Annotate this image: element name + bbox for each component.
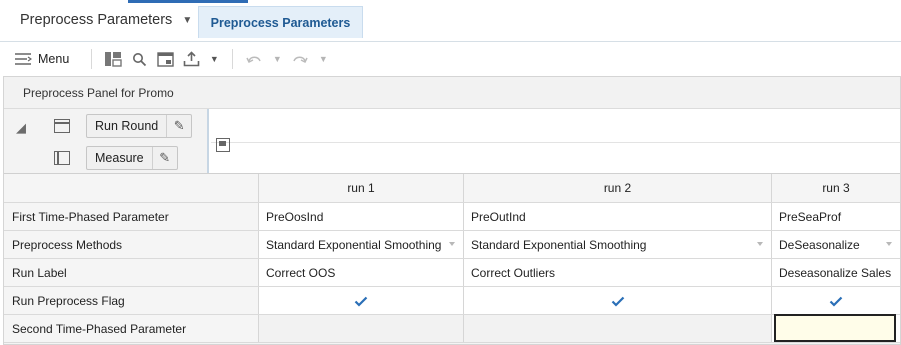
dropdown-arrow-icon[interactable] — [886, 242, 892, 246]
table-cell-readonly — [259, 315, 464, 342]
chevron-down-icon: ▼ — [318, 54, 328, 64]
column-header-run-2[interactable]: run 2 — [464, 174, 772, 202]
table-cell[interactable]: PreOosInd — [259, 203, 464, 230]
table-cell[interactable]: Correct OOS — [259, 259, 464, 286]
flag-checkbox-run-1[interactable] — [259, 287, 464, 314]
chevron-down-icon: ▼ — [272, 54, 282, 64]
measure-label: Measure — [87, 147, 153, 169]
search-icon — [132, 52, 146, 66]
run-round-label: Run Round — [87, 115, 168, 137]
dropdown-arrow-icon[interactable] — [757, 242, 763, 246]
layout-icon — [105, 52, 122, 67]
pivot-area: ◢ Run Round ✎ Measure ✎ — [4, 109, 900, 173]
table-row: Run Label Correct OOS Correct Outliers D… — [4, 259, 900, 287]
column-header-run-3[interactable]: run 3 — [772, 174, 900, 202]
preprocess-panel: Preprocess Panel for Promo ◢ Run Round ✎… — [3, 76, 901, 345]
view-icon — [157, 51, 174, 67]
layout-button[interactable] — [100, 47, 126, 71]
export-dropdown-button[interactable]: ▼ — [204, 47, 224, 71]
export-button[interactable] — [178, 47, 204, 71]
pivot-dimensions: ◢ Run Round ✎ Measure ✎ — [4, 109, 209, 173]
row-edge-icon — [54, 119, 70, 133]
column-edge-icon — [54, 151, 70, 165]
row-label-run-label: Run Label — [4, 259, 259, 286]
method-dropdown-cell[interactable]: Standard Exponential Smoothing — [259, 231, 464, 258]
toolbar-separator — [91, 49, 93, 69]
tab-active-label: Preprocess Parameters — [210, 15, 351, 30]
checkmark-icon — [829, 296, 843, 307]
table-row: Run Preprocess Flag — [4, 287, 900, 315]
toolbar: Menu ▼ ▼ ▼ — [0, 42, 901, 76]
checkmark-icon — [611, 296, 625, 307]
panel-title: Preprocess Panel for Promo — [4, 77, 900, 109]
table-row: First Time-Phased Parameter PreOosInd Pr… — [4, 203, 900, 231]
pencil-icon[interactable]: ✎ — [153, 147, 177, 169]
run-round-chip[interactable]: Run Round ✎ — [86, 114, 193, 138]
method-dropdown-cell[interactable]: DeSeasonalize — [772, 231, 900, 258]
table-cell[interactable]: PreOutInd — [464, 203, 772, 230]
redo-icon — [293, 56, 308, 64]
row-label-preprocess-methods: Preprocess Methods — [4, 231, 259, 258]
method-value: DeSeasonalize — [779, 237, 860, 252]
export-icon — [183, 51, 200, 67]
row-label-second-time-phased-parameter: Second Time-Phased Parameter — [4, 315, 259, 342]
pivot-column-edge: Measure ✎ — [44, 143, 209, 173]
undo-dropdown-button[interactable]: ▼ — [267, 47, 287, 71]
tab-preprocess-parameters[interactable]: Preprocess Parameters — [198, 6, 363, 38]
collapse-triangle-icon[interactable]: ◢ — [16, 120, 26, 136]
flag-checkbox-run-3[interactable] — [772, 287, 900, 314]
method-value: Standard Exponential Smoothing — [471, 237, 647, 252]
dropdown-arrow-icon[interactable] — [449, 242, 455, 246]
tab-main-label: Preprocess Parameters — [20, 12, 173, 28]
toolbar-separator — [232, 49, 234, 69]
table-cell-readonly — [464, 315, 772, 342]
flag-checkbox-run-2[interactable] — [464, 287, 772, 314]
view-button[interactable] — [152, 47, 178, 71]
table-cell[interactable]: PreSeaProf — [772, 203, 900, 230]
checkmark-icon — [354, 296, 368, 307]
undo-icon — [246, 56, 261, 64]
caret-down-icon[interactable]: ▼ — [182, 15, 192, 26]
row-label-first-time-phased-parameter: First Time-Phased Parameter — [4, 203, 259, 230]
measure-chip[interactable]: Measure ✎ — [86, 146, 178, 170]
method-value: Standard Exponential Smoothing — [266, 237, 442, 252]
redo-button[interactable] — [287, 47, 313, 71]
pencil-icon[interactable]: ✎ — [167, 115, 191, 137]
row-label-run-preprocess-flag: Run Preprocess Flag — [4, 287, 259, 314]
column-header-run-1[interactable]: run 1 — [259, 174, 464, 202]
table-row: Second Time-Phased Parameter — [4, 315, 900, 343]
method-dropdown-cell[interactable]: Standard Exponential Smoothing — [464, 231, 772, 258]
selected-cell-highlight[interactable] — [774, 314, 896, 342]
table-cell[interactable]: Deseasonalize Sales — [772, 259, 900, 286]
header-corner — [4, 174, 259, 202]
chevron-down-icon: ▼ — [209, 54, 219, 64]
menu-lines-icon — [15, 53, 32, 65]
table-cell[interactable]: Correct Outliers — [464, 259, 772, 286]
data-cell-icon[interactable] — [216, 138, 230, 152]
search-button[interactable] — [126, 47, 152, 71]
undo-button[interactable] — [241, 47, 267, 71]
data-grid: run 1 run 2 run 3 First Time-Phased Para… — [4, 173, 900, 343]
table-row: Preprocess Methods Standard Exponential … — [4, 231, 900, 259]
pivot-row-edge: Run Round ✎ — [44, 111, 209, 141]
pivot-divider — [211, 142, 900, 143]
tab-accent-bar — [128, 0, 248, 3]
tab-bar: Preprocess Parameters ▼ Preprocess Param… — [0, 0, 901, 42]
tab-preprocess-parameters-menu[interactable]: Preprocess Parameters ▼ — [20, 12, 192, 28]
menu-button[interactable]: Menu — [14, 47, 83, 71]
menu-label: Menu — [38, 52, 70, 66]
grid-header-row: run 1 run 2 run 3 — [4, 174, 900, 203]
redo-dropdown-button[interactable]: ▼ — [313, 47, 333, 71]
